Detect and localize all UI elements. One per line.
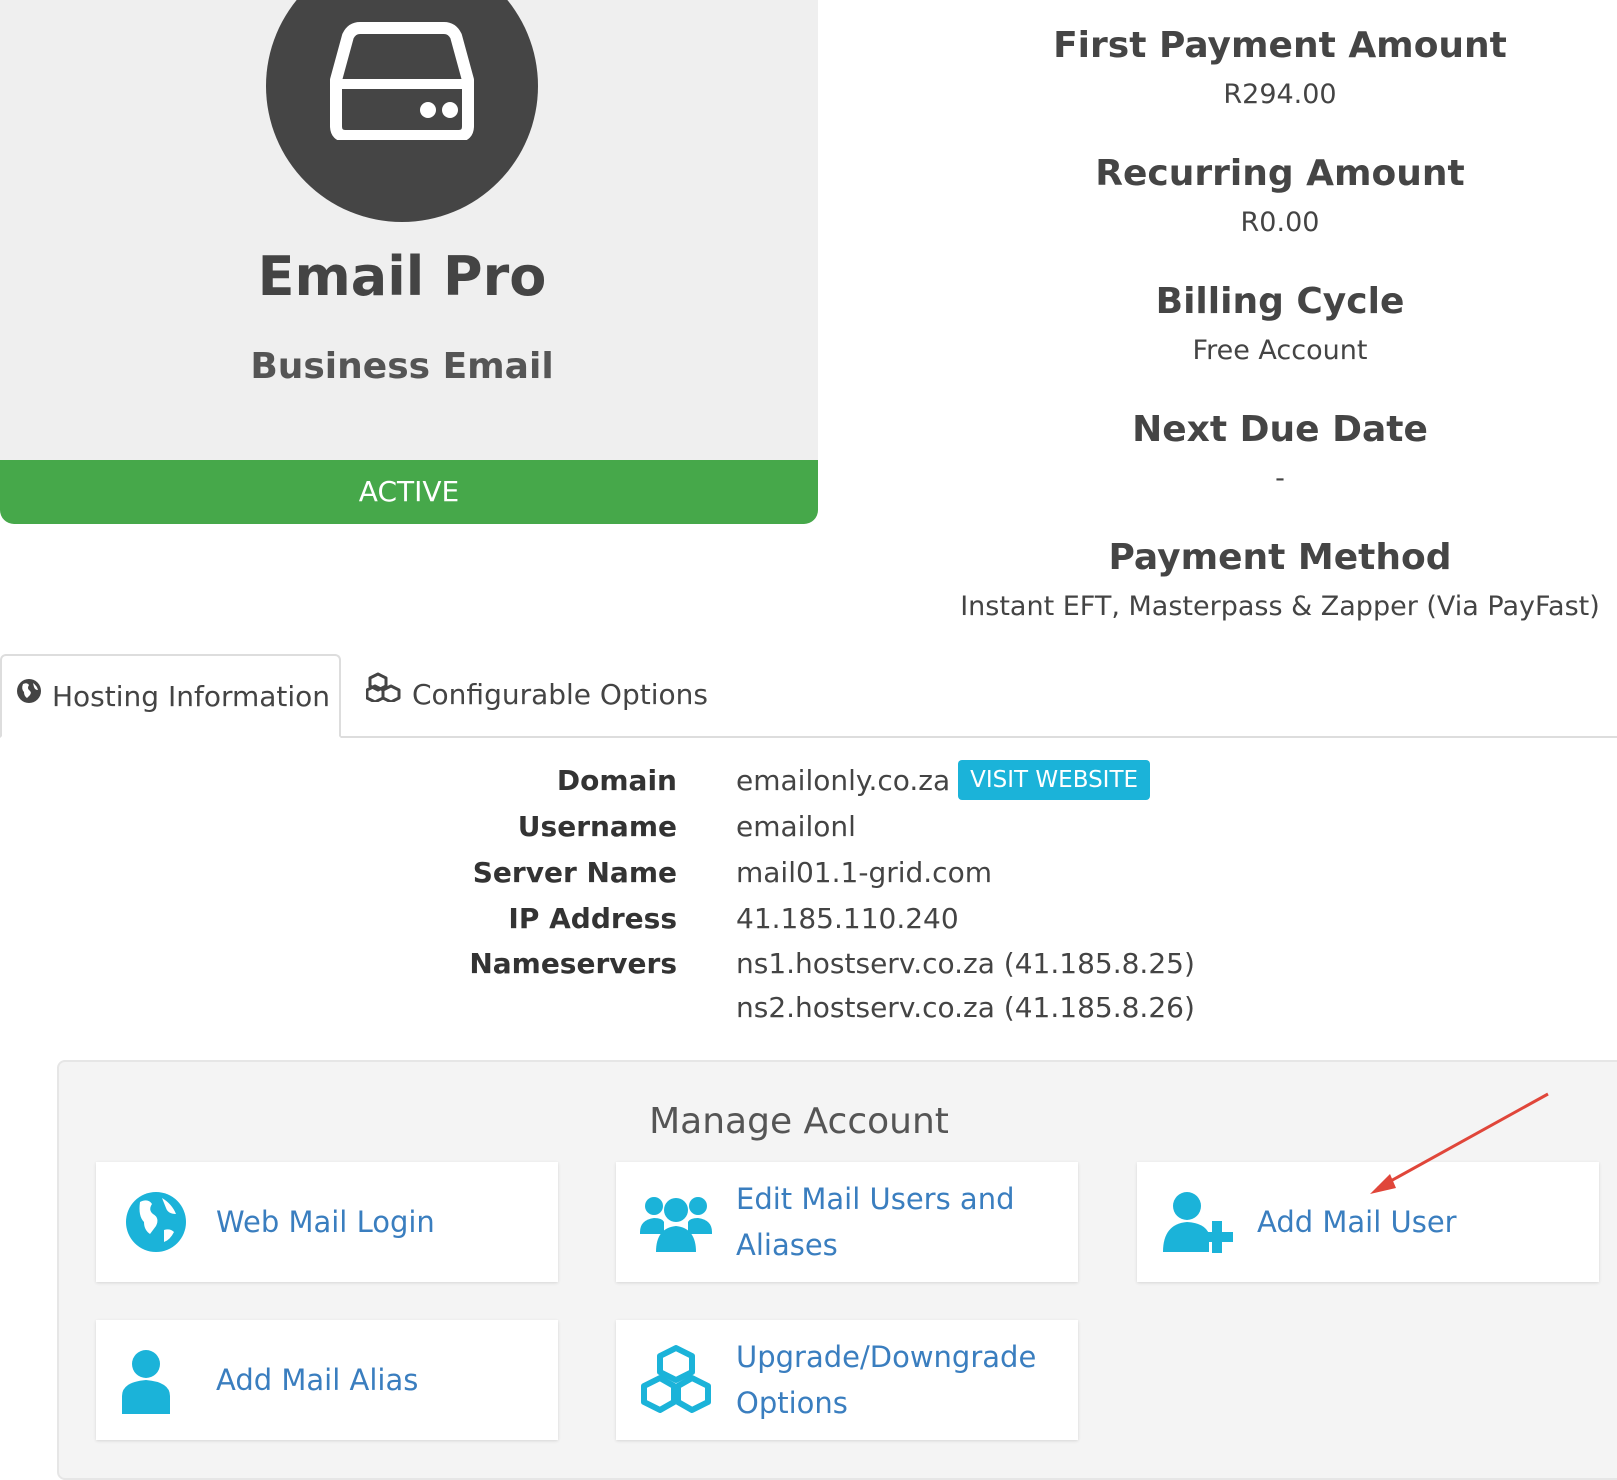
server-name-label: Server Name xyxy=(472,856,677,889)
billing-first-payment: First Payment Amount R294.00 xyxy=(947,20,1613,148)
web-mail-login-button[interactable]: Web Mail Login xyxy=(96,1162,558,1282)
annotation-arrow xyxy=(1370,1092,1549,1194)
info-row-nameservers: Nameservers ns1.hostserv.co.za (41.185.8… xyxy=(0,941,1617,987)
tab-hosting-information[interactable]: Hosting Information xyxy=(0,654,341,738)
billing-next-due: Next Due Date - xyxy=(947,404,1613,532)
info-row-server: Server Name mail01.1-grid.com xyxy=(0,850,1617,896)
ip-address-value: 41.185.110.240 xyxy=(736,902,959,935)
billing-value: Free Account xyxy=(1192,335,1368,366)
product-icon-circle xyxy=(266,0,538,222)
info-row-ip: IP Address 41.185.110.240 xyxy=(0,896,1617,942)
info-row-domain: Domain emailonly.co.za VISIT WEBSITE xyxy=(0,758,1617,804)
product-card: Email Pro Business Email ACTIVE xyxy=(0,0,818,524)
cubes-icon xyxy=(365,652,402,734)
billing-value: R0.00 xyxy=(1240,207,1320,238)
billing-label: Next Due Date xyxy=(1132,409,1428,450)
billing-recurring: Recurring Amount R0.00 xyxy=(947,148,1613,276)
info-row-nameserver-2: ns2.hostserv.co.za (41.185.8.26) xyxy=(0,985,1617,1031)
billing-label: First Payment Amount xyxy=(1053,25,1507,66)
billing-value: Instant EFT, Masterpass & Zapper (Via Pa… xyxy=(960,591,1600,622)
billing-label: Billing Cycle xyxy=(1155,281,1405,322)
billing-summary: First Payment Amount R294.00 Recurring A… xyxy=(947,20,1613,660)
username-value: emailonl xyxy=(736,810,856,843)
tile-label: Upgrade/Downgrade Options xyxy=(736,1340,1037,1420)
tab-bar: Hosting Information Configurable Options xyxy=(0,654,1617,738)
domain-label: Domain xyxy=(556,764,677,797)
server-name-value: mail01.1-grid.com xyxy=(736,856,992,889)
nameservers-label: Nameservers xyxy=(469,947,677,980)
user-plus-icon xyxy=(1163,1192,1233,1254)
cubes-icon xyxy=(641,1345,711,1413)
product-name: Email Pro xyxy=(257,245,547,308)
info-row-username: Username emailonl xyxy=(0,804,1617,850)
billing-label: Payment Method xyxy=(1108,537,1452,578)
nameserver-1: ns1.hostserv.co.za (41.185.8.25) xyxy=(736,947,1195,980)
domain-text: emailonly.co.za xyxy=(736,764,951,797)
nameserver-2: ns2.hostserv.co.za (41.185.8.26) xyxy=(736,991,1195,1024)
billing-cycle: Billing Cycle Free Account xyxy=(947,276,1613,404)
globe-icon xyxy=(16,654,42,736)
product-group: Business Email xyxy=(250,346,554,387)
hdd-icon xyxy=(330,22,474,140)
billing-payment-method: Payment Method Instant EFT, Masterpass &… xyxy=(947,532,1613,660)
tab-label: Configurable Options xyxy=(412,678,708,711)
tile-label: Add Mail Alias xyxy=(216,1363,419,1397)
tab-configurable-options[interactable]: Configurable Options xyxy=(365,652,708,736)
users-icon xyxy=(640,1197,712,1252)
manage-account-title: Manage Account xyxy=(649,1101,949,1142)
tab-label: Hosting Information xyxy=(52,680,331,713)
globe-icon xyxy=(126,1192,186,1252)
billing-value: R294.00 xyxy=(1223,79,1337,110)
tile-label: Web Mail Login xyxy=(216,1205,435,1239)
edit-mail-users-button[interactable]: Edit Mail Users and Aliases xyxy=(616,1162,1078,1282)
upgrade-downgrade-button[interactable]: Upgrade/Downgrade Options xyxy=(616,1320,1078,1440)
domain-value: emailonly.co.za VISIT WEBSITE xyxy=(736,758,1151,804)
username-label: Username xyxy=(517,810,677,843)
visit-website-button[interactable]: VISIT WEBSITE xyxy=(958,760,1151,800)
ip-address-label: IP Address xyxy=(508,902,677,935)
billing-value: - xyxy=(1275,463,1285,494)
tile-label: Edit Mail Users and Aliases xyxy=(736,1182,1015,1262)
add-mail-alias-button[interactable]: Add Mail Alias xyxy=(96,1320,558,1440)
user-icon xyxy=(122,1350,170,1414)
billing-label: Recurring Amount xyxy=(1095,153,1465,194)
status-badge: ACTIVE xyxy=(0,460,818,524)
